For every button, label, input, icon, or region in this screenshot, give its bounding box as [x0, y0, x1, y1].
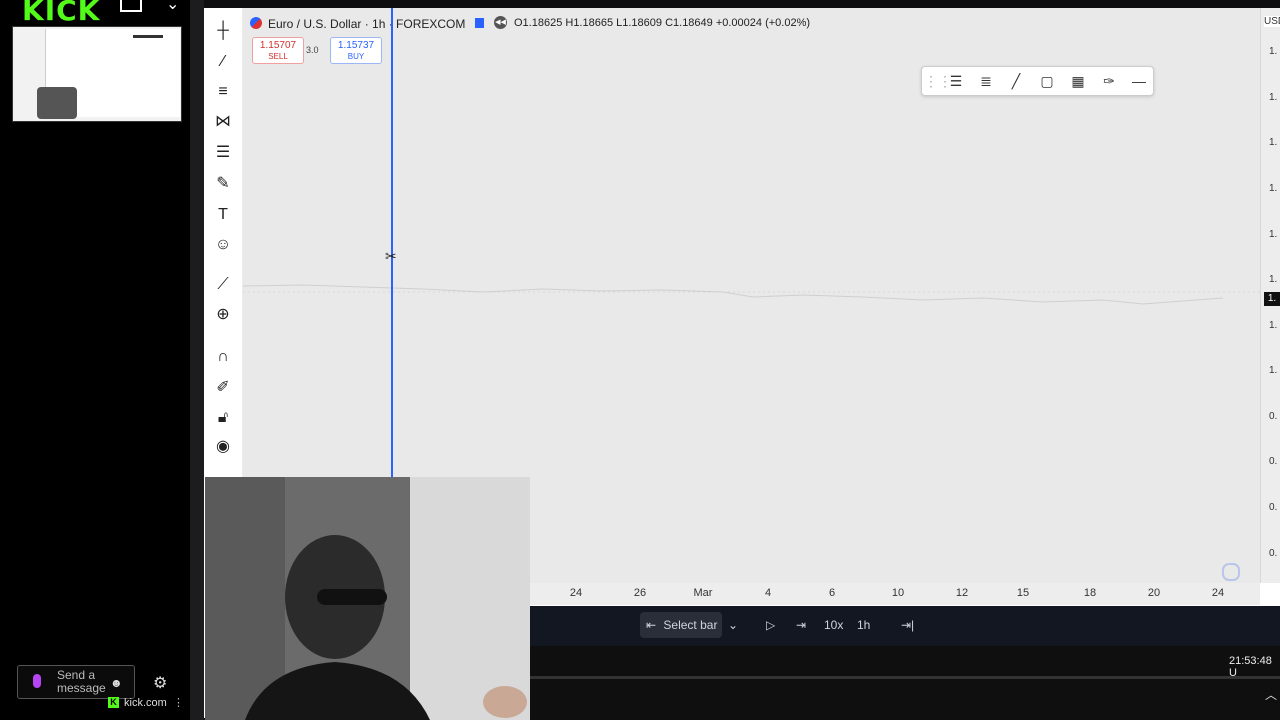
- sell-price: 1.15707: [259, 40, 297, 51]
- step-forward-icon[interactable]: ⇥: [796, 618, 806, 632]
- replay-start-line[interactable]: [391, 8, 393, 478]
- thumbnail-webcam: [37, 87, 77, 119]
- buy-price: 1.15737: [337, 40, 375, 51]
- time-tick: 4: [764, 587, 772, 599]
- time-axis[interactable]: 24 26 Mar 4 6 10 12 15 18 20 24: [530, 583, 1260, 605]
- price-tick: 1.: [1269, 137, 1278, 148]
- pattern-icon[interactable]: ⋈: [212, 111, 234, 133]
- thumbnail-bar: [133, 35, 163, 38]
- crosshair-icon[interactable]: ┼: [212, 20, 234, 42]
- price-tick: 1.: [1269, 46, 1278, 57]
- select-bar-icon: ⇤: [646, 618, 657, 632]
- play-icon[interactable]: ▷: [766, 618, 775, 632]
- jump-to-realtime-icon[interactable]: ⇥|: [901, 618, 914, 632]
- mic-icon[interactable]: [33, 674, 41, 688]
- lock-draw-icon[interactable]: ✐: [212, 377, 234, 399]
- select-bar-button[interactable]: ⇤ Select bar: [640, 612, 722, 638]
- gear-icon[interactable]: ⚙: [153, 673, 167, 693]
- kick-logo[interactable]: KICK: [22, 0, 100, 27]
- spread-value: 3.0: [306, 45, 319, 55]
- scissors-cursor-icon: ✂: [385, 248, 397, 264]
- price-tick: 0.: [1269, 548, 1278, 559]
- brush-icon[interactable]: ✎: [212, 173, 234, 195]
- price-tick: 0.: [1269, 502, 1278, 513]
- horizontal-lines-icon[interactable]: ≡: [212, 81, 234, 103]
- price-tick: 1.: [1269, 274, 1278, 285]
- ruler-icon[interactable]: ⟋: [212, 274, 234, 296]
- emoji-icon[interactable]: ☻: [110, 676, 123, 690]
- brush-icon[interactable]: ✑: [1099, 71, 1119, 91]
- time-tick: 26: [633, 587, 647, 599]
- time-tick: 24: [569, 587, 583, 599]
- chevron-up-icon[interactable]: ︿: [1265, 686, 1277, 703]
- settings-lines-icon[interactable]: ☰: [946, 71, 966, 91]
- line-icon[interactable]: ╱: [1006, 71, 1026, 91]
- rectangle-icon[interactable]: ▢: [1037, 71, 1057, 91]
- chevron-down-icon[interactable]: ⌄: [166, 0, 179, 14]
- lock-icon[interactable]: 🔓︎: [212, 407, 234, 429]
- trendline-icon[interactable]: ⁄: [212, 51, 234, 73]
- symbol-title[interactable]: Euro / U.S. Dollar · 1h · FOREXCOM: [268, 17, 465, 31]
- bottom-panel: [530, 646, 1280, 720]
- time-tick: 10: [891, 587, 905, 599]
- emoji-icon[interactable]: ☺: [212, 234, 234, 256]
- chat-placeholder: Send a message: [57, 668, 106, 695]
- time-tick: 24: [1211, 587, 1225, 599]
- sell-button[interactable]: 1.15707 SELL: [252, 37, 304, 64]
- buy-label: BUY: [347, 52, 365, 61]
- flag-marker-icon[interactable]: [475, 18, 484, 28]
- currency-label[interactable]: USD: [1264, 16, 1280, 27]
- grid-icon[interactable]: ▦: [1068, 71, 1088, 91]
- price-tick: 1.: [1269, 320, 1278, 331]
- price-tick: 0.: [1269, 456, 1278, 467]
- zoom-icon[interactable]: ⊕: [212, 304, 234, 326]
- last-price-tag: 1.: [1264, 292, 1280, 306]
- webcam-overlay: [205, 477, 530, 720]
- time-tick: 6: [828, 587, 836, 599]
- ohlc-values: O1.18625 H1.18665 L1.18609 C1.18649 +0.0…: [514, 17, 811, 29]
- replay-interval[interactable]: 1h: [857, 618, 870, 632]
- time-tick: 15: [1016, 587, 1030, 599]
- buy-button[interactable]: 1.15737 BUY: [330, 37, 382, 64]
- time-tick: Mar: [693, 587, 713, 599]
- chevron-down-icon[interactable]: ⌄: [728, 618, 738, 632]
- drag-handle-icon[interactable]: ⋮⋮: [924, 71, 952, 91]
- popout-icon[interactable]: [120, 0, 142, 12]
- template-icon[interactable]: ≣: [976, 71, 996, 91]
- price-tick: 1.: [1269, 183, 1278, 194]
- webcam-image: [205, 477, 530, 720]
- minus-icon[interactable]: —: [1129, 71, 1149, 91]
- stream-thumbnail[interactable]: [12, 26, 182, 122]
- price-tick: 1.: [1269, 365, 1278, 376]
- drawing-toolbar: ⋮⋮ ☰ ≣ ╱ ▢ ▦ ✑ —: [921, 66, 1154, 96]
- price-tick: 1.: [1269, 229, 1278, 240]
- eur-usd-flag-icon: [250, 17, 262, 29]
- kick-small-logo-icon: K: [108, 697, 119, 708]
- kick-footer-link[interactable]: kick.com: [124, 697, 167, 709]
- time-tick: 20: [1147, 587, 1161, 599]
- magnet-icon[interactable]: ∩: [212, 346, 234, 368]
- time-tick: 18: [1083, 587, 1097, 599]
- select-bar-label: Select bar: [663, 618, 718, 632]
- panel-divider: [190, 0, 204, 720]
- replay-rewind-icon[interactable]: ◀◀: [494, 16, 507, 29]
- price-tick: 1.: [1269, 92, 1278, 103]
- bottom-divider: [530, 676, 1280, 679]
- fib-icon[interactable]: ☰: [212, 142, 234, 164]
- replay-speed[interactable]: 10x: [824, 618, 843, 632]
- sell-label: SELL: [268, 52, 288, 61]
- scroll-to-realtime-icon[interactable]: [1222, 563, 1240, 581]
- time-tick: 12: [955, 587, 969, 599]
- price-tick: 0.: [1269, 411, 1278, 422]
- text-icon[interactable]: T: [212, 204, 234, 226]
- eye-icon[interactable]: ◉: [212, 436, 234, 458]
- more-icon[interactable]: ⋮: [173, 696, 184, 709]
